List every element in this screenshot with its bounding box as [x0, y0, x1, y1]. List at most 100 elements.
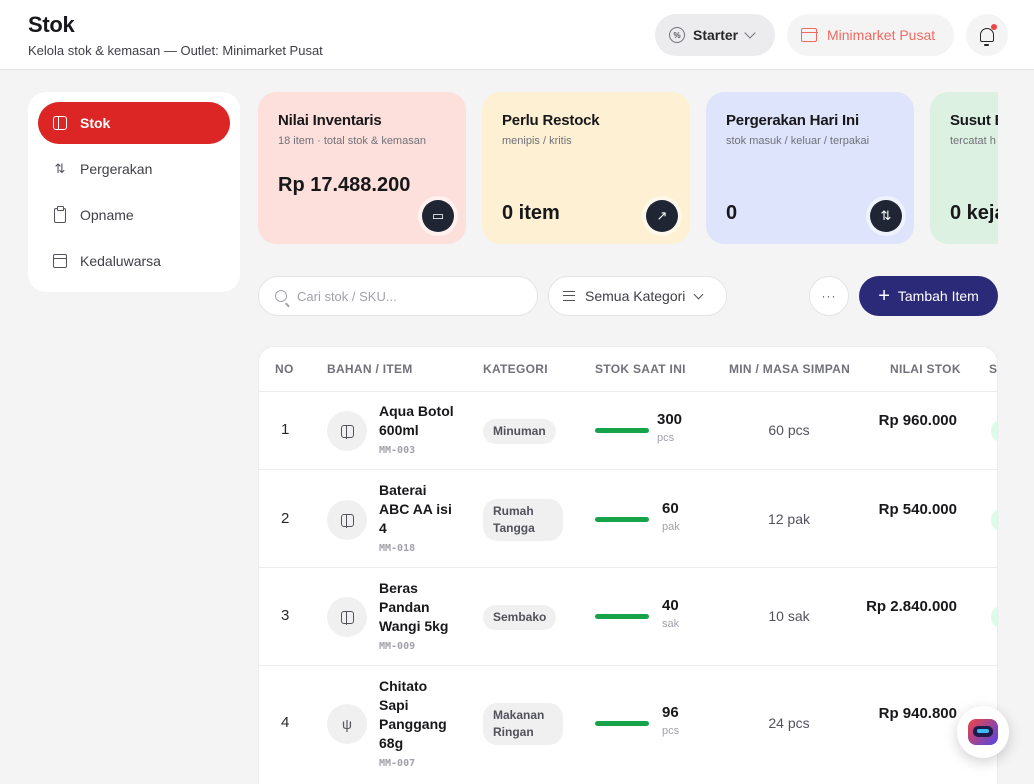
sidebar: Stok ⇅ Pergerakan Opname Kedaluwarsa: [28, 92, 240, 292]
stock-value: 40: [662, 597, 679, 614]
min-stock: 60 pcs: [768, 422, 810, 438]
row-number: 1: [281, 421, 290, 438]
robot-icon: [968, 719, 998, 745]
column-header-value[interactable]: NILAI STOK: [890, 347, 961, 391]
item-sku: MM-007: [379, 758, 416, 769]
table-row[interactable]: 2 Baterai ABC AA isi 4 MM-018 Rumah Tang…: [259, 471, 997, 568]
table-row[interactable]: 4 ψ Chitato Sapi Panggang 68g MM-007 Mak…: [259, 667, 997, 784]
row-number: 3: [281, 607, 290, 624]
status-badge: [991, 509, 997, 531]
column-header-stock[interactable]: STOK SAAT INI: [595, 347, 686, 391]
sidebar-item-label: Stok: [80, 115, 111, 131]
sidebar-item-kedaluwarsa[interactable]: Kedaluwarsa: [38, 240, 230, 282]
assistant-chat-button[interactable]: [957, 706, 1009, 758]
column-header-min[interactable]: MIN / MASA SIMPAN: [729, 347, 850, 391]
stock-value: 60: [662, 500, 679, 517]
chevron-down-icon: [693, 289, 704, 299]
stock-table: NO BAHAN / ITEM KATEGORI STOK SAAT INI M…: [258, 346, 998, 784]
card-title: Nilai Inventaris: [278, 112, 382, 129]
stock-level-bar: [595, 614, 649, 619]
stat-card-inventory-value[interactable]: Nilai Inventaris 18 item · total stok & …: [258, 92, 466, 244]
search-field[interactable]: [258, 276, 538, 316]
search-input[interactable]: [297, 288, 517, 304]
page-title: Stok: [28, 12, 75, 37]
item-name-text: Chitato Sapi Panggang 68g: [379, 678, 447, 751]
add-item-button[interactable]: + Tambah Item: [859, 276, 998, 316]
arrow-up-right-icon: ↗: [646, 200, 678, 232]
stock-quantity: 96 pcs: [662, 703, 679, 741]
row-number: 2: [281, 510, 290, 527]
sidebar-item-opname[interactable]: Opname: [38, 194, 230, 236]
category-badge: Rumah Tangga: [483, 499, 563, 541]
swap-vertical-icon: ⇅: [870, 200, 902, 232]
more-options-button[interactable]: ···: [809, 276, 849, 316]
category-badge: Makanan Ringan: [483, 703, 563, 745]
card-subtitle: tercatat h: [950, 135, 996, 147]
store-icon: [800, 28, 818, 42]
card-title: Susut B: [950, 112, 998, 129]
stat-card-restock[interactable]: Perlu Restock menipis / kritis 0 item ↗: [482, 92, 690, 244]
box-icon: [327, 500, 367, 540]
stock-value-amount: Rp 540.000: [878, 501, 957, 518]
swap-vertical-icon: ⇅: [54, 161, 66, 176]
item-name[interactable]: Beras Pandan Wangi 5kg MM-009: [379, 579, 459, 656]
sidebar-item-stok[interactable]: Stok: [38, 102, 230, 144]
item-name[interactable]: Chitato Sapi Panggang 68g MM-007: [379, 677, 459, 773]
column-header-item[interactable]: BAHAN / ITEM: [327, 347, 413, 391]
box-icon: [327, 411, 367, 451]
card-value: 0 keja: [950, 202, 998, 224]
stock-unit: pcs: [657, 432, 675, 444]
plan-dropdown-button[interactable]: % Starter: [655, 14, 775, 56]
category-select[interactable]: Semua Kategori: [548, 276, 727, 316]
card-value: Rp 17.488.200: [278, 174, 411, 196]
stock-value: 96: [662, 704, 679, 721]
card-title: Perlu Restock: [502, 112, 600, 129]
chevron-down-icon: [744, 27, 756, 39]
stock-value: 300: [657, 411, 683, 428]
column-header-category[interactable]: KATEGORI: [483, 347, 548, 391]
stock-quantity: 300 pcs: [657, 410, 682, 448]
stock-level-bar: [595, 428, 649, 433]
item-name[interactable]: Baterai ABC AA isi 4 MM-018: [379, 481, 459, 558]
sidebar-item-label: Opname: [80, 207, 134, 223]
stat-card-shrinkage[interactable]: Susut B tercatat h 0 keja: [930, 92, 998, 244]
stock-level-bar: [595, 721, 649, 726]
card-value: 0 item: [502, 202, 560, 224]
stock-value-amount: Rp 2.840.000: [866, 598, 957, 615]
filter-icon: [563, 291, 575, 301]
outlet-label: Minimarket Pusat: [827, 27, 936, 43]
item-name-text: Beras Pandan Wangi 5kg: [379, 580, 449, 634]
table-row[interactable]: 1 Aqua Botol 600ml MM-003 Minuman 300 pc…: [259, 392, 997, 470]
item-name-text: Aqua Botol 600ml: [379, 403, 454, 438]
box-icon: [327, 597, 367, 637]
card-subtitle: menipis / kritis: [502, 135, 572, 147]
status-badge: [991, 420, 997, 442]
item-sku: MM-003: [379, 445, 416, 456]
category-label: Semua Kategori: [585, 288, 686, 304]
stock-quantity: 60 pak: [662, 499, 680, 537]
card-subtitle: 18 item · total stok & kemasan: [278, 135, 426, 147]
search-icon: [275, 290, 287, 302]
item-name[interactable]: Aqua Botol 600ml MM-003: [379, 402, 459, 460]
card-value: 0: [726, 202, 738, 224]
sidebar-item-pergerakan[interactable]: ⇅ Pergerakan: [38, 148, 230, 190]
card-title: Pergerakan Hari Ini: [726, 112, 859, 129]
wallet-icon: ▭: [422, 200, 454, 232]
column-header-status[interactable]: S: [989, 347, 997, 391]
row-number: 4: [281, 714, 290, 731]
add-item-label: Tambah Item: [897, 288, 979, 304]
stock-quantity: 40 sak: [662, 596, 679, 634]
table-row[interactable]: 3 Beras Pandan Wangi 5kg MM-009 Sembako …: [259, 569, 997, 666]
bell-icon: [980, 28, 994, 46]
fork-knife-icon: ψ: [327, 704, 367, 744]
item-sku: MM-009: [379, 641, 416, 652]
notifications-button[interactable]: [966, 14, 1008, 56]
stat-card-movement-today[interactable]: Pergerakan Hari Ini stok masuk / keluar …: [706, 92, 914, 244]
outlet-button[interactable]: Minimarket Pusat: [787, 14, 954, 56]
more-icon: ···: [821, 289, 837, 303]
stock-unit: pak: [662, 521, 680, 533]
sidebar-item-label: Pergerakan: [80, 161, 153, 177]
box-icon: [52, 115, 68, 131]
column-header-no[interactable]: NO: [275, 347, 294, 391]
stock-unit: sak: [662, 618, 680, 630]
